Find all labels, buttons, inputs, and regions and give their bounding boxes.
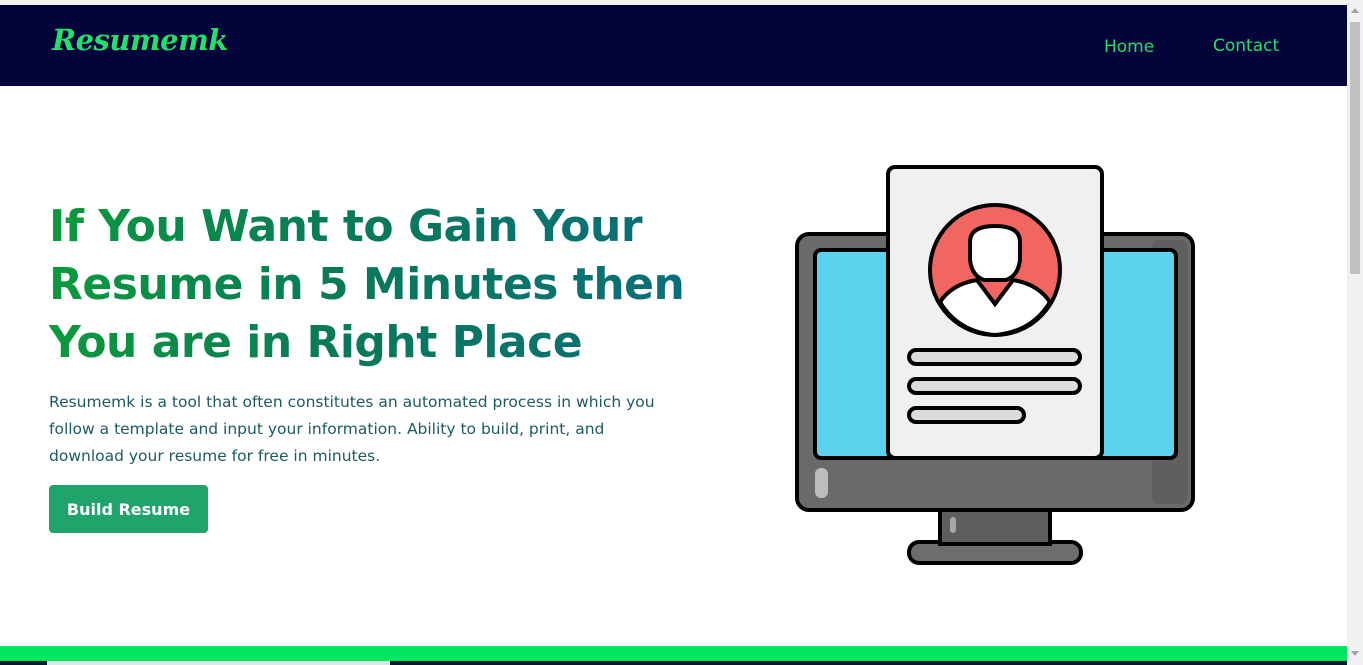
- nav-link-contact[interactable]: Contact: [1213, 36, 1279, 56]
- hero-title-line-1: If You Want to Gain Your: [49, 201, 643, 252]
- scroll-down-arrow-icon[interactable]: [1351, 651, 1359, 656]
- nav-link-home[interactable]: Home: [1104, 37, 1154, 57]
- build-resume-button[interactable]: Build Resume: [49, 485, 208, 533]
- vertical-scrollbar[interactable]: [1347, 0, 1363, 665]
- footer-strip-highlight: [47, 661, 390, 665]
- navbar: Resumemk Home Contact: [0, 5, 1347, 86]
- hero-title-line-3: You are in Right Place: [49, 317, 583, 368]
- scroll-thumb[interactable]: [1350, 22, 1360, 274]
- hero-description: Resumemk is a tool that often constitute…: [49, 393, 655, 465]
- logo[interactable]: Resumemk: [52, 23, 228, 57]
- scroll-up-arrow-icon[interactable]: [1351, 8, 1359, 13]
- hero-title: If You Want to Gain Your Resume in 5 Min…: [49, 198, 689, 372]
- hero-title-line-2: Resume in 5 Minutes then: [49, 259, 685, 310]
- monitor-resume-icon: [795, 165, 1195, 565]
